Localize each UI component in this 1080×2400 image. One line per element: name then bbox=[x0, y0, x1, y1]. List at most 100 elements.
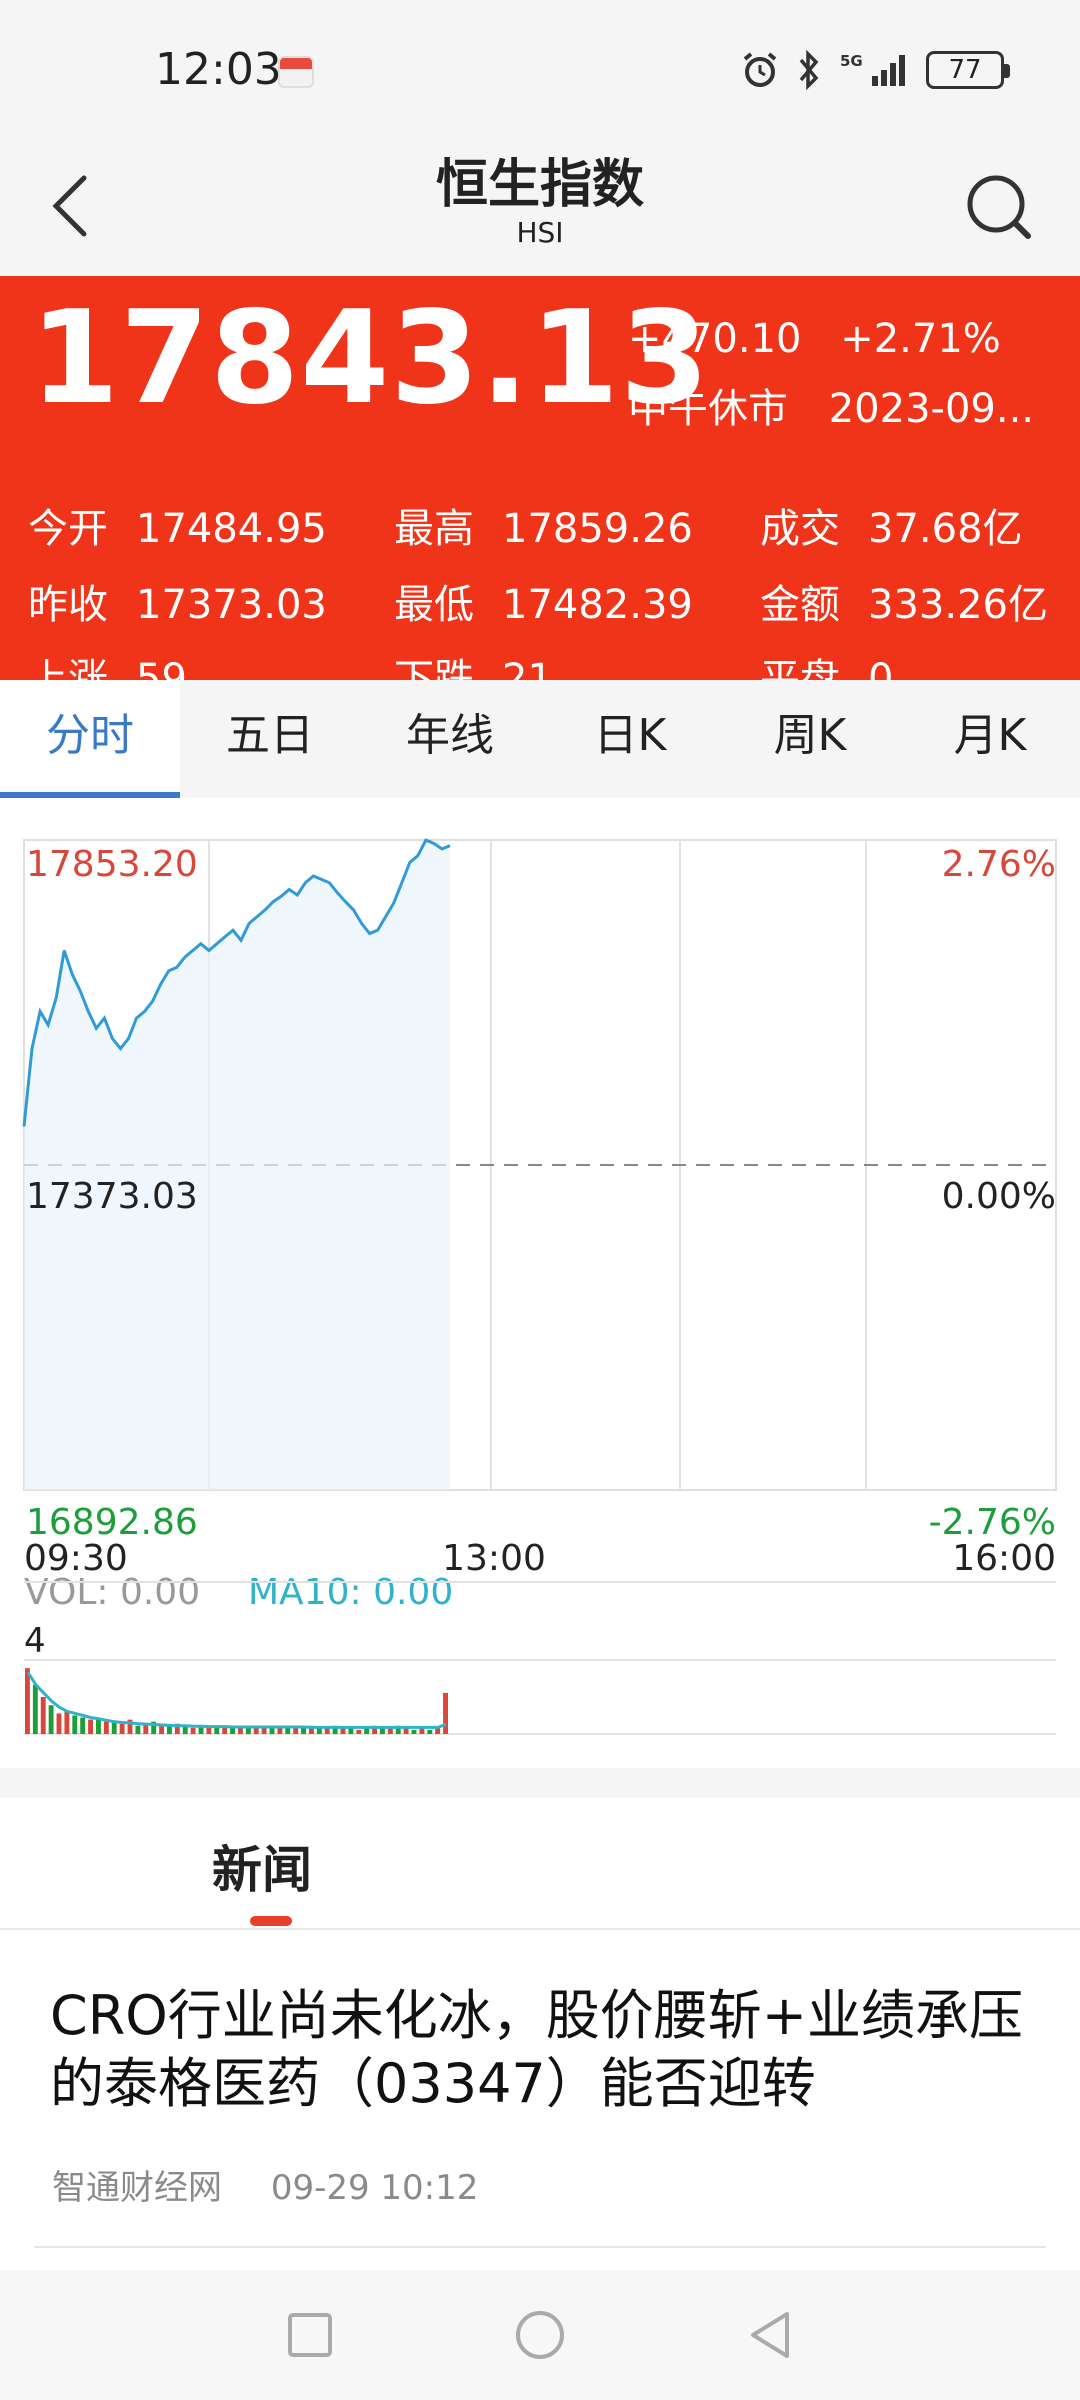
y-axis-label-right: -2.76% bbox=[929, 1502, 1056, 1543]
volume-bar bbox=[222, 1727, 228, 1734]
y-axis-label-left: 17373.03 bbox=[26, 1176, 198, 1217]
news-meta: 智通财经网 09-29 10:12 bbox=[52, 2160, 516, 2209]
ma10-line bbox=[26, 1671, 447, 1729]
vol-legend: VOL: 0.00 bbox=[24, 1572, 200, 1613]
news-title[interactable]: CRO行业尚未化冰，股价腰斩+业绩承压的泰格医药（03347）能否迎转 bbox=[50, 1982, 1040, 2118]
volume-bar bbox=[411, 1729, 417, 1734]
quote-panel: 17843.13 +470.10 +2.71% 中午休市 2023-09... … bbox=[0, 276, 1080, 702]
news-time: 09-29 10:12 bbox=[270, 2168, 479, 2208]
volume-bar bbox=[206, 1727, 212, 1734]
divider bbox=[34, 2246, 1046, 2248]
period-tabs: 分时 五日 年线 日K 周K 月K bbox=[0, 680, 1080, 798]
tab-news[interactable]: 新闻 bbox=[212, 1830, 312, 1902]
vol-axis-top-label: 4 bbox=[24, 1621, 46, 1661]
stat-label: 最低 bbox=[394, 582, 474, 628]
bluetooth-icon bbox=[799, 50, 819, 90]
recent-apps-button[interactable] bbox=[275, 2300, 345, 2370]
y-axis-label-right: 2.76% bbox=[942, 844, 1056, 885]
volume-bar bbox=[88, 1719, 93, 1734]
notification-icon bbox=[278, 56, 314, 88]
stat-label: 成交 bbox=[760, 506, 840, 552]
volume-bar bbox=[25, 1668, 30, 1734]
stat-value: 17859.26 bbox=[502, 506, 693, 552]
volume-bar bbox=[103, 1721, 109, 1734]
stat-amount: 金额 333.26亿 bbox=[760, 572, 1048, 630]
status-icons: 5G 77 bbox=[740, 50, 1010, 90]
stat-open: 今开 17484.95 bbox=[28, 496, 327, 554]
square-icon bbox=[288, 2313, 332, 2357]
ma10-legend: MA10: 0.00 bbox=[248, 1572, 453, 1613]
volume-bar bbox=[72, 1715, 78, 1734]
news-tab-indicator bbox=[250, 1916, 292, 1926]
volume-bar bbox=[443, 1692, 448, 1734]
volume-bar bbox=[32, 1684, 38, 1734]
tab-5day[interactable]: 五日 bbox=[180, 680, 360, 798]
signal-5g-icon: 5G bbox=[840, 52, 905, 86]
volume-bar bbox=[356, 1729, 362, 1734]
x-axis-label: 16:00 bbox=[952, 1538, 1056, 1579]
current-price: 17843.13 bbox=[30, 284, 711, 433]
volume-bar bbox=[245, 1727, 251, 1734]
stat-value: 17373.03 bbox=[136, 582, 327, 628]
volume-bar bbox=[427, 1729, 433, 1734]
volume-bar bbox=[269, 1727, 275, 1734]
volume-bar bbox=[40, 1697, 46, 1734]
triangle-back-icon bbox=[751, 2312, 789, 2358]
volume-bar bbox=[80, 1717, 86, 1734]
search-icon bbox=[967, 175, 1031, 239]
tab-intraday[interactable]: 分时 bbox=[0, 680, 180, 798]
tab-yearly[interactable]: 年线 bbox=[360, 680, 540, 798]
intraday-chart[interactable]: 17853.20 17373.03 16892.86 2.76% 0.00% -2.76%… bbox=[0, 798, 1080, 1768]
change-line: +470.10 +2.71% bbox=[628, 316, 1027, 362]
stat-label: 昨收 bbox=[28, 582, 108, 628]
y-axis-label-right: 0.00% bbox=[942, 1176, 1056, 1217]
stat-value: 17482.39 bbox=[502, 582, 693, 628]
stat-volume: 成交 37.68亿 bbox=[760, 496, 1023, 554]
stat-prev-close: 昨收 17373.03 bbox=[28, 572, 327, 630]
page-subtitle: HSI bbox=[516, 216, 564, 249]
tab-weekly-k[interactable]: 周K bbox=[720, 680, 900, 798]
volume-bar bbox=[111, 1721, 117, 1734]
market-status: 中午休市 bbox=[628, 386, 788, 432]
network-type-label: 5G bbox=[840, 52, 863, 70]
search-button[interactable] bbox=[954, 162, 1044, 252]
stat-value: 37.68亿 bbox=[868, 506, 1023, 552]
x-axis-label: 13:00 bbox=[442, 1538, 546, 1579]
volume-bar bbox=[56, 1713, 62, 1734]
news-item[interactable]: CRO行业尚未化冰，股价腰斩+业绩承压的泰格医药（03347）能否迎转 智通财经… bbox=[0, 1932, 1080, 2252]
quote-datetime: 2023-09... bbox=[828, 386, 1034, 432]
system-nav-bar bbox=[0, 2270, 1080, 2400]
alarm-icon bbox=[743, 52, 777, 87]
stat-label: 今开 bbox=[28, 506, 108, 552]
volume-bar bbox=[190, 1727, 196, 1734]
volume-bar bbox=[238, 1727, 243, 1734]
news-header: 新闻 bbox=[0, 1798, 1080, 1930]
price-change-pct: +2.71% bbox=[840, 316, 1001, 362]
tab-monthly-k[interactable]: 月K bbox=[900, 680, 1080, 798]
stat-value: 333.26亿 bbox=[868, 582, 1048, 628]
stat-label: 最高 bbox=[394, 506, 474, 552]
section-gap bbox=[0, 1768, 1080, 1798]
news-source: 智通财经网 bbox=[52, 2168, 222, 2208]
market-status-line: 中午休市 2023-09... bbox=[628, 376, 1068, 434]
home-button[interactable] bbox=[505, 2300, 575, 2370]
stat-high: 最高 17859.26 bbox=[394, 496, 693, 554]
volume-bar bbox=[293, 1727, 299, 1734]
nav-header: 恒生指数 HSI bbox=[0, 140, 1080, 276]
y-axis-label-left: 16892.86 bbox=[26, 1502, 198, 1543]
y-axis-label-left: 17853.20 bbox=[26, 844, 198, 885]
volume-bar bbox=[167, 1725, 172, 1734]
stat-value: 17484.95 bbox=[136, 506, 327, 552]
stat-label: 金额 bbox=[760, 582, 840, 628]
stat-low: 最低 17482.39 bbox=[394, 572, 693, 630]
volume-bar bbox=[301, 1727, 306, 1734]
volume-bar bbox=[277, 1727, 283, 1734]
volume-bar bbox=[48, 1705, 54, 1734]
chart-area[interactable]: 17853.20 17373.03 16892.86 2.76% 0.00% -2.76%… bbox=[0, 798, 1080, 1768]
tab-daily-k[interactable]: 日K bbox=[540, 680, 720, 798]
battery-indicator: 77 bbox=[926, 51, 1010, 89]
back-nav-button[interactable] bbox=[735, 2300, 805, 2370]
status-time: 12:03 bbox=[155, 44, 282, 95]
status-bar: 12:03 5G 77 bbox=[0, 0, 1080, 140]
page-title: 恒生指数 bbox=[435, 155, 644, 215]
